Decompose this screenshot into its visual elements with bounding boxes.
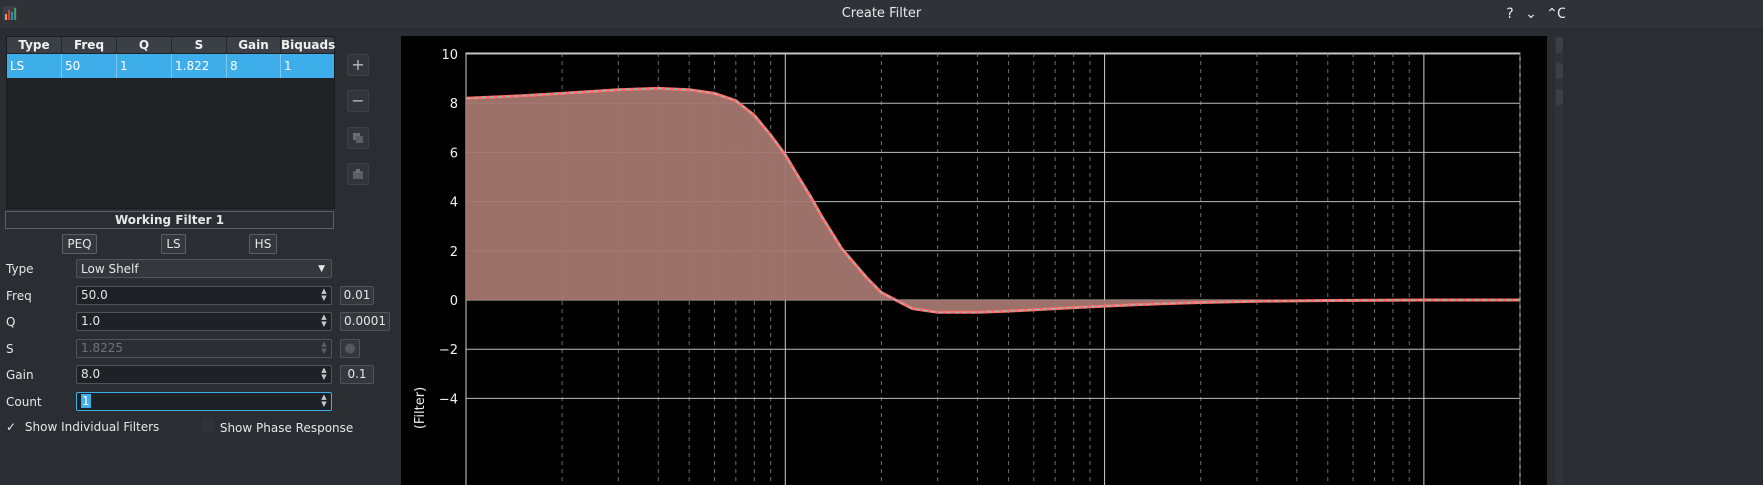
copy-filter-button[interactable] bbox=[347, 127, 369, 149]
spin-arrows-icon[interactable]: ▲ ▼ bbox=[318, 394, 330, 409]
show-phase-response-checkbox[interactable]: Show Phase Response bbox=[202, 420, 353, 435]
q-step-field[interactable]: 0.0001 bbox=[340, 312, 390, 331]
s-spinbox: 1.8225 ▲ ▼ bbox=[76, 339, 332, 358]
circle-icon bbox=[345, 343, 355, 354]
table-cell-s[interactable]: 1.822 bbox=[172, 54, 227, 78]
q-label: Q bbox=[6, 315, 16, 329]
help-button[interactable]: ? bbox=[1500, 4, 1520, 24]
spin-arrows-icon: ▲ ▼ bbox=[321, 340, 327, 355]
y-tick-label: 8 bbox=[450, 97, 458, 112]
y-tick-label: 6 bbox=[450, 146, 458, 161]
gain-spinbox[interactable]: 8.0 ▲ ▼ bbox=[76, 365, 332, 384]
freq-spinbox[interactable]: 50.0 ▲ ▼ bbox=[76, 286, 332, 305]
gain-label: Gain bbox=[6, 368, 34, 382]
freq-value: 50.0 bbox=[81, 288, 108, 302]
y-tick-label: 2 bbox=[450, 245, 458, 260]
table-cell-gain[interactable]: 8 bbox=[227, 54, 281, 78]
chevron-down-icon: ▼ bbox=[318, 264, 325, 274]
column-header-s[interactable]: S bbox=[172, 37, 227, 53]
hs-button[interactable]: HS bbox=[249, 234, 277, 254]
spin-arrows-icon[interactable]: ▲ ▼ bbox=[318, 367, 330, 382]
toolbar-button[interactable] bbox=[1556, 89, 1563, 105]
type-select[interactable]: Low Shelf ▼ bbox=[76, 259, 332, 278]
close-button[interactable]: C bbox=[1557, 4, 1565, 24]
y-tick-label: 10 bbox=[441, 48, 458, 63]
column-header-freq[interactable]: Freq bbox=[62, 37, 117, 53]
y-axis-label: (Filter) bbox=[413, 387, 428, 429]
y-tick-label: 4 bbox=[450, 196, 458, 211]
freq-label: Freq bbox=[6, 289, 32, 303]
add-icon: + bbox=[351, 55, 365, 74]
s-lock-button[interactable] bbox=[340, 339, 360, 358]
s-value: 1.8225 bbox=[81, 341, 123, 355]
filter-response-chart[interactable]: 10 8 6 4 2 0 −2 −4 (Filter) bbox=[401, 36, 1547, 485]
y-tick-label: −4 bbox=[439, 392, 458, 407]
series-area bbox=[466, 88, 1520, 313]
q-value: 1.0 bbox=[81, 314, 101, 328]
filter-table[interactable]: Type Freq Q S Gain Biquads LS 50 1 1.822… bbox=[6, 36, 335, 209]
peq-button[interactable]: PEQ bbox=[62, 234, 97, 254]
table-cell-q[interactable]: 1 bbox=[117, 54, 172, 78]
add-filter-button[interactable]: + bbox=[347, 54, 369, 76]
toolbar-button[interactable] bbox=[1556, 37, 1563, 53]
ls-button[interactable]: LS bbox=[161, 234, 186, 254]
gain-value: 8.0 bbox=[81, 367, 101, 381]
table-cell-freq[interactable]: 50 bbox=[62, 54, 117, 78]
chart-svg: 10 8 6 4 2 0 −2 −4 (Filter) bbox=[413, 48, 1521, 485]
working-filter-title: Working Filter 1 bbox=[5, 211, 334, 229]
table-cell-type[interactable]: LS bbox=[7, 54, 62, 78]
checkmark-icon: ✓ bbox=[6, 420, 17, 434]
type-select-value: Low Shelf bbox=[81, 262, 139, 276]
spin-arrows-icon[interactable]: ▲ ▼ bbox=[318, 288, 330, 303]
show-phase-response-label: Show Phase Response bbox=[219, 421, 354, 435]
import-icon bbox=[353, 169, 363, 179]
type-label: Type bbox=[6, 262, 34, 276]
y-tick-label: 0 bbox=[450, 294, 458, 309]
count-spinbox[interactable]: 1 ▲ ▼ bbox=[76, 392, 332, 411]
copy-icon bbox=[353, 133, 363, 143]
column-header-q[interactable]: Q bbox=[117, 37, 172, 53]
s-label: S bbox=[6, 342, 14, 356]
q-spinbox[interactable]: 1.0 ▲ ▼ bbox=[76, 312, 332, 331]
count-value: 1 bbox=[81, 394, 91, 408]
y-tick-label: −2 bbox=[439, 343, 458, 358]
window-title: Create Filter bbox=[841, 6, 922, 21]
column-header-type[interactable]: Type bbox=[7, 37, 62, 53]
import-filter-button[interactable] bbox=[347, 163, 369, 185]
column-header-biquads[interactable]: Biquads bbox=[281, 37, 335, 53]
remove-icon: − bbox=[351, 91, 365, 110]
toolbar-button[interactable] bbox=[1556, 63, 1563, 79]
remove-filter-button[interactable]: − bbox=[347, 90, 369, 112]
gain-step-field[interactable]: 0.1 bbox=[340, 365, 374, 384]
freq-step-field[interactable]: 0.01 bbox=[340, 286, 374, 305]
spin-arrows-icon[interactable]: ▲ ▼ bbox=[318, 314, 330, 329]
count-label: Count bbox=[6, 395, 42, 409]
minimize-button[interactable]: ⌄ bbox=[1521, 4, 1541, 24]
table-cell-biquads[interactable]: 1 bbox=[281, 54, 334, 78]
show-individual-filters-checkbox[interactable]: ✓ Show Individual Filters bbox=[6, 420, 159, 434]
column-header-gain[interactable]: Gain bbox=[227, 37, 281, 53]
checkbox-box-icon bbox=[202, 420, 214, 432]
show-individual-filters-label: Show Individual Filters bbox=[24, 420, 160, 434]
